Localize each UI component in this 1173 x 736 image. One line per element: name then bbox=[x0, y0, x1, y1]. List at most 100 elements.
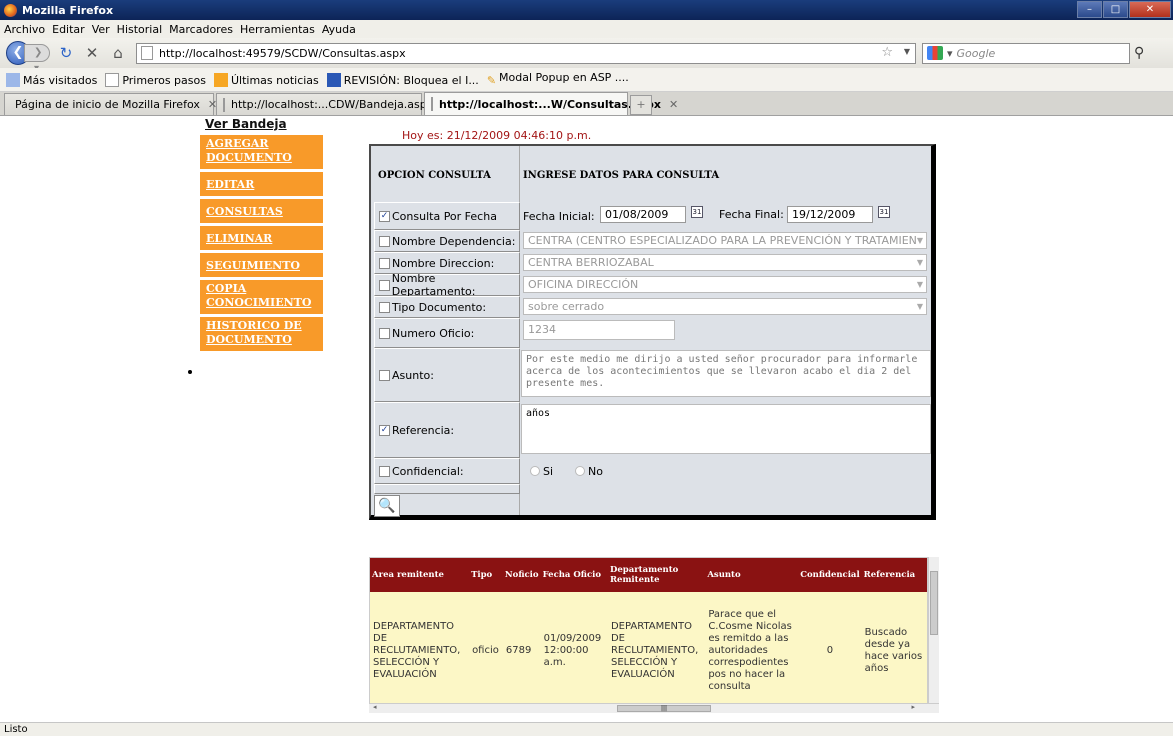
checkbox-oficio[interactable] bbox=[379, 327, 390, 339]
url-bar[interactable]: http://localhost:49579/SCDW/Consultas.as… bbox=[136, 42, 916, 64]
stop-icon[interactable]: ✕ bbox=[82, 44, 102, 62]
menu-agregar-documento[interactable]: AGREGAR DOCUMENTO bbox=[200, 135, 323, 172]
bookmark-modal-popup[interactable]: ✎ Modal Popup en ASP .... bbox=[487, 71, 629, 88]
column-tipo[interactable]: Tipo bbox=[469, 558, 503, 592]
menu-herramientas[interactable]: Herramientas bbox=[240, 23, 315, 36]
column-fecha-oficio[interactable]: Fecha Oficio bbox=[540, 558, 608, 592]
menu-consultas[interactable]: CONSULTAS bbox=[200, 199, 323, 226]
column-confidencial[interactable]: Confidencial bbox=[798, 558, 862, 592]
checkbox-asunto[interactable] bbox=[379, 369, 390, 381]
tab-close-icon[interactable]: ✕ bbox=[669, 98, 678, 111]
menu-marcadores[interactable]: Marcadores bbox=[169, 23, 233, 36]
grid-header-row: Area remitente Tipo Noficio Fecha Oficio… bbox=[370, 558, 927, 592]
radio-no[interactable]: No bbox=[575, 465, 603, 478]
magnifier-icon[interactable]: 🔍 bbox=[374, 495, 400, 517]
label-fecha-final: Fecha Final: bbox=[719, 208, 784, 221]
textarea-asunto[interactable]: Por este medio me dirijo a usted señor p… bbox=[521, 350, 931, 397]
reload-icon[interactable]: ↻ bbox=[56, 44, 76, 62]
url-text: http://localhost:49579/SCDW/Consultas.as… bbox=[159, 46, 406, 60]
checkbox-tipo[interactable] bbox=[379, 301, 390, 313]
menu-editar[interactable]: Editar bbox=[52, 23, 85, 36]
menu-copia-conocimiento[interactable]: COPIA CONOCIMIENTO bbox=[200, 280, 323, 317]
select-departamento[interactable]: OFICINA DIRECCIÓN ▼ bbox=[523, 276, 927, 293]
input-fecha-inicial[interactable]: 01/08/2009 bbox=[600, 206, 686, 223]
cell-area-remitente: DEPARTAMENTO DE RECLUTAMIENTO, SELECCIÓN… bbox=[370, 592, 470, 710]
url-dropdown-icon[interactable]: ▼ bbox=[904, 47, 910, 56]
calendar-icon[interactable]: 31 bbox=[878, 206, 890, 218]
calendar-icon[interactable]: 31 bbox=[691, 206, 703, 218]
search-box[interactable]: ▾ Google bbox=[922, 42, 1130, 64]
home-icon[interactable]: ⌂ bbox=[108, 44, 128, 62]
row-confidencial: Confidencial: Si No bbox=[374, 458, 930, 484]
pencil-icon: ✎ bbox=[486, 74, 497, 87]
checkbox-referencia[interactable]: ✓ bbox=[379, 424, 390, 436]
column-referencia[interactable]: Referencia bbox=[861, 558, 927, 592]
textarea-referencia[interactable]: años bbox=[521, 404, 931, 454]
fecha-actual: Hoy es: 21/12/2009 04:46:10 p.m. bbox=[402, 129, 592, 142]
tab-bandeja[interactable]: http://localhost:...CDW/Bandeja.aspx✕ bbox=[216, 93, 451, 115]
scroll-right-icon[interactable]: ▸ bbox=[911, 703, 915, 711]
label-fecha-inicial: Fecha Inicial: bbox=[523, 209, 595, 223]
page-icon bbox=[105, 72, 120, 87]
tab-firefox-home[interactable]: Página de inicio de Mozilla Firefox ✕ bbox=[4, 93, 217, 115]
page-icon bbox=[223, 97, 225, 112]
tab-consultas[interactable]: http://localhost:...W/Consultas.aspx ✕ bbox=[424, 92, 678, 115]
bookmarks-toolbar: Más visitados Primeros pasos Últimas not… bbox=[0, 68, 1173, 92]
cell-referencia: Buscado desde ya hace varios años bbox=[861, 592, 927, 710]
close-window-button[interactable]: ✕ bbox=[1129, 1, 1171, 18]
column-area-remitente[interactable]: Area remitente bbox=[370, 558, 470, 592]
checkbox-confidencial[interactable] bbox=[379, 465, 390, 477]
google-icon bbox=[927, 46, 943, 60]
scroll-thumb[interactable] bbox=[930, 571, 938, 635]
dropdown-arrow-icon: ▼ bbox=[916, 280, 923, 289]
dropdown-arrow-icon: ▼ bbox=[916, 236, 923, 245]
menu-ver[interactable]: Ver bbox=[92, 23, 110, 36]
column-noficio[interactable]: Noficio bbox=[502, 558, 541, 592]
menu-historial[interactable]: Historial bbox=[117, 23, 162, 36]
menu-archivo[interactable]: Archivo bbox=[4, 23, 45, 36]
menu-seguimiento[interactable]: SEGUIMIENTO bbox=[200, 253, 323, 280]
grid-vertical-scrollbar[interactable] bbox=[928, 557, 939, 703]
cell-tipo: oficio bbox=[469, 592, 503, 710]
radio-si[interactable]: Si bbox=[530, 465, 553, 478]
maximize-button[interactable]: □ bbox=[1103, 1, 1128, 18]
select-direccion[interactable]: CENTRA BERRIOZABAL ▼ bbox=[523, 254, 927, 271]
ver-bandeja-link[interactable]: Ver Bandeja bbox=[205, 117, 287, 131]
checkbox-direccion[interactable] bbox=[379, 257, 390, 269]
scroll-left-icon[interactable]: ◂ bbox=[373, 703, 377, 711]
menu-historico[interactable]: HISTORICO DE DOCUMENTO bbox=[200, 317, 323, 354]
select-dependencia[interactable]: CENTRA (CENTRO ESPECIALIZADO PARA LA PRE… bbox=[523, 232, 927, 249]
input-fecha-final[interactable]: 19/12/2009 bbox=[787, 206, 873, 223]
forward-button[interactable]: ❯ ▾ bbox=[24, 44, 50, 74]
new-tab-button[interactable]: + bbox=[630, 95, 652, 115]
menu-ayuda[interactable]: Ayuda bbox=[322, 23, 356, 36]
column-departamento-remitente[interactable]: Departamento Remitente bbox=[607, 558, 706, 592]
radio-circle-icon bbox=[575, 465, 586, 476]
menu-eliminar[interactable]: ELIMINAR bbox=[200, 226, 323, 253]
cell-asunto: Parace que el C.Cosme Nicolas es remitdo… bbox=[705, 592, 799, 710]
column-asunto[interactable]: Asunto bbox=[705, 558, 799, 592]
checkbox-departamento[interactable] bbox=[379, 279, 390, 291]
input-numero-oficio[interactable]: 1234 bbox=[523, 320, 675, 340]
search-magnifier-icon[interactable]: ⚲ bbox=[1134, 45, 1144, 61]
checkbox-consulta-fecha[interactable]: ✓ bbox=[379, 210, 390, 222]
navigation-toolbar: ❮ ❯ ▾ ↻ ✕ ⌂ http://localhost:49579/SCDW/… bbox=[0, 38, 1173, 74]
bookmark-ultimas-noticias[interactable]: Últimas noticias bbox=[213, 72, 319, 87]
dropdown-arrow-icon: ▼ bbox=[916, 258, 923, 267]
bookmark-primeros-pasos[interactable]: Primeros pasos bbox=[105, 72, 206, 87]
dropdown-arrow-icon: ▼ bbox=[916, 302, 923, 311]
select-tipo-documento[interactable]: sobre cerrado ▼ bbox=[523, 298, 927, 315]
window-titlebar: Mozilla Firefox – □ ✕ bbox=[0, 0, 1173, 20]
tab-bar: Página de inicio de Mozilla Firefox ✕ htt… bbox=[0, 92, 1173, 116]
menu-editar-doc[interactable]: EDITAR bbox=[200, 172, 323, 199]
bookmark-star-icon[interactable]: ☆ bbox=[881, 45, 893, 60]
rss-icon bbox=[213, 72, 228, 87]
bookmark-mas-visitados[interactable]: Más visitados bbox=[6, 72, 97, 87]
minimize-button[interactable]: – bbox=[1077, 1, 1102, 18]
scroll-thumb[interactable]: ||| bbox=[617, 705, 711, 712]
table-row[interactable]: DEPARTAMENTO DE RECLUTAMIENTO, SELECCIÓN… bbox=[370, 592, 927, 710]
page-icon bbox=[141, 46, 153, 60]
grid-horizontal-scrollbar[interactable]: ◂ ||| ▸ bbox=[369, 703, 939, 713]
checkbox-dependencia[interactable] bbox=[379, 235, 390, 247]
bookmark-revision[interactable]: REVISIÓN: Bloquea el I... bbox=[326, 72, 479, 87]
